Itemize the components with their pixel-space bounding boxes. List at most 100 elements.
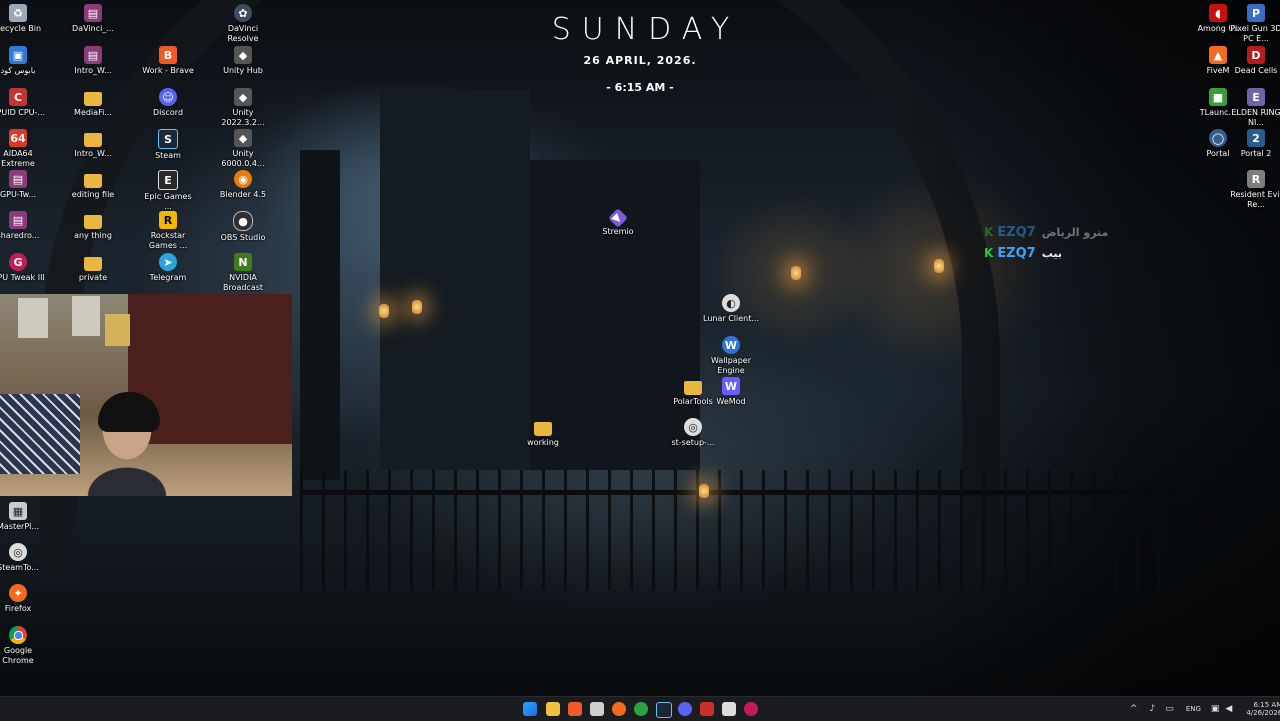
desktop-icon-intro-w1[interactable]: ▤ Intro_W... (65, 46, 121, 76)
wallpaper-tower (300, 150, 340, 480)
calculator-icon[interactable] (590, 702, 604, 716)
steam-icon[interactable] (656, 702, 672, 718)
desktop-icon-label: بابوس كود (0, 66, 36, 75)
desktop-icon-label: CPUID CPU-... (0, 108, 46, 117)
windows-start-icon[interactable] (523, 702, 537, 716)
desktop-icon-label: Blender 4.5 (219, 190, 267, 199)
desktop-icon-obs[interactable]: ● OBS Studio (215, 211, 271, 243)
elden-ring-icon: E (1247, 88, 1265, 106)
desktop-icon-label: DaVinci_... (72, 24, 114, 33)
desktop-icon-recycle-bin[interactable]: ♻ Recycle Bin (0, 4, 46, 34)
desktop-icon-pixel-gun[interactable]: P Pixel Gun 3D PC E... (1228, 4, 1280, 44)
tray-clock[interactable]: 6:15 AM 4/26/2026 (1246, 701, 1280, 717)
desktop-icon-davinci-resolve[interactable]: ✿ DaVinci Resolve (215, 4, 271, 44)
wallpaper-engine-icon: W (722, 336, 740, 354)
microphone-icon[interactable]: ♪ (1150, 704, 1156, 714)
wallpaper-lamp (379, 304, 389, 318)
webcam-poster (18, 298, 48, 338)
archive-icon: ▤ (84, 4, 102, 22)
desktop-icon-masterpl[interactable]: ▦ MasterPl... (0, 502, 46, 532)
monitor-icon[interactable]: ▭ (1165, 704, 1174, 714)
desktop-icon-nvidia[interactable]: N NVIDIA Broadcast (215, 253, 271, 293)
desktop-icon-label: Firefox (4, 604, 32, 613)
desktop-icon-gpu-tweak[interactable]: G GPU Tweak III (0, 253, 46, 283)
desktop-icon-label: Unity 2022.3.2... (221, 108, 265, 127)
desktop-icon-intro-w2[interactable]: Intro_W... (65, 129, 121, 159)
desktop-icon-lunar[interactable]: ◐ Lunar Client... (703, 294, 759, 324)
desktop-icon-telegram[interactable]: ➤ Telegram (140, 253, 196, 283)
desktop-icon-rockstar[interactable]: R Rockstar Games ... (140, 211, 196, 251)
desktop-icon-label: OBS Studio (220, 233, 266, 242)
desktop-icon-editing-file[interactable]: editing file (65, 170, 121, 200)
desktop-icon-cpuid[interactable]: C CPUID CPU-... (0, 88, 46, 118)
desktop-icon-discord[interactable]: ☺ Discord (140, 88, 196, 118)
desktop-icon-epic[interactable]: E Epic Games ... (140, 170, 196, 212)
desktop-icon-any-thing[interactable]: any thing (65, 211, 121, 241)
chevron-up-icon[interactable]: ^ (1130, 704, 1138, 714)
desktop-icon-unity-hub[interactable]: ◆ Unity Hub (215, 46, 271, 76)
portal-icon: ◯ (1209, 129, 1227, 147)
desktop-icon-st-setup[interactable]: ◎ st-setup-... (665, 418, 721, 448)
network-icon[interactable]: ▣ (1211, 704, 1220, 714)
language-indicator[interactable]: ENG (1186, 705, 1201, 713)
desktop-icon-private[interactable]: private (65, 253, 121, 283)
desktop-icon-unity-2022[interactable]: ◆ Unity 2022.3.2... (215, 88, 271, 128)
chat-message: مترو الرياض (1041, 226, 1109, 239)
desktop-icon-aida64[interactable]: 64 AIDA64 Extreme (0, 129, 46, 169)
stremio-icon: ▶ (608, 208, 628, 228)
desktop-icon-label: Dead Cells (1234, 66, 1278, 75)
webcam-poster (72, 296, 100, 336)
nvidia-icon: N (234, 253, 252, 271)
desktop-icon-sharedro[interactable]: ▤ sharedro... (0, 211, 46, 241)
brave-icon[interactable] (568, 702, 582, 716)
discord-icon[interactable] (678, 702, 692, 716)
desktop-icon-work-brave[interactable]: B Work - Brave (140, 46, 196, 76)
file-explorer-icon[interactable] (546, 702, 560, 716)
notepad-icon[interactable] (722, 702, 736, 716)
obs-icon[interactable] (700, 702, 714, 716)
desktop-icon-babous-code[interactable]: ▣ بابوس كود (0, 46, 46, 76)
desktop-icon-label: Epic Games ... (144, 192, 192, 211)
desktop-icon-elden-ring[interactable]: E ELDEN RING NI... (1228, 88, 1280, 128)
steam-tools-icon: ◎ (9, 543, 27, 561)
desktop-icon-label: DaVinci Resolve (227, 24, 259, 43)
desktop-icon-label: Portal 2 (1240, 149, 1272, 158)
tray-time: 6:15 AM (1253, 701, 1280, 709)
clock-day: SUNDAY (551, 12, 741, 47)
archive-icon: ▤ (9, 211, 27, 229)
lunar-client-icon: ◐ (722, 294, 740, 312)
desktop-icon-davinci-short[interactable]: ▤ DaVinci_... (65, 4, 121, 34)
firefox-icon[interactable] (612, 702, 626, 716)
desktop-icon-label: private (78, 273, 108, 282)
desktop-icon-steam[interactable]: S Steam (140, 129, 196, 161)
desktop-icon-gpu-tw[interactable]: ▤ GPU-Tw... (0, 170, 46, 200)
desktop-icon-label: MediaFi... (74, 108, 112, 117)
wallpaper-fence (300, 470, 1180, 590)
desktop-icon-label: Recycle Bin (0, 24, 42, 33)
blender-icon: ◉ (234, 170, 252, 188)
desktop-icon-portal2[interactable]: 2 Portal 2 (1228, 129, 1280, 159)
desktop-icon-wemod[interactable]: W WeMod (703, 377, 759, 407)
gpu-tweak-icon[interactable] (744, 702, 758, 716)
desktop-icon-chrome[interactable]: Google Chrome (0, 626, 46, 666)
desktop-icon-dead-cells[interactable]: D Dead Cells (1228, 46, 1280, 76)
desktop-icon-wallpaper-engine[interactable]: W Wallpaper Engine (703, 336, 759, 376)
masterplan-icon: ▦ (9, 502, 27, 520)
desktop-icon-label: AIDA64 Extreme (1, 149, 35, 168)
desktop-icon-steamto[interactable]: ◎ SteamTo... (0, 543, 46, 573)
desktop-icon-unity-6000[interactable]: ◆ Unity 6000.0.4... (215, 129, 271, 169)
xbox-icon[interactable] (634, 702, 648, 716)
folder-icon (84, 257, 102, 271)
volume-icon[interactable]: ◀ (1225, 704, 1232, 714)
desktop-icon-stremio[interactable]: ▶ Stremio (590, 208, 646, 237)
desktop-icon-label: any thing (74, 231, 112, 240)
desktop-icon-working[interactable]: working (515, 418, 571, 448)
desktop-icon-label: Intro_W... (74, 66, 112, 75)
desktop-icon-blender[interactable]: ◉ Blender 4.5 (215, 170, 271, 200)
desktop-icon-firefox[interactable]: ✦ Firefox (0, 584, 46, 614)
desktop-icon-mediafi[interactable]: MediaFi... (65, 88, 121, 118)
desktop-icon-resident-evil[interactable]: R Resident Evil Re... (1228, 170, 1280, 210)
epic-games-icon: E (158, 170, 178, 190)
wallpaper-tower (380, 90, 530, 470)
webcam-bed (0, 394, 80, 474)
